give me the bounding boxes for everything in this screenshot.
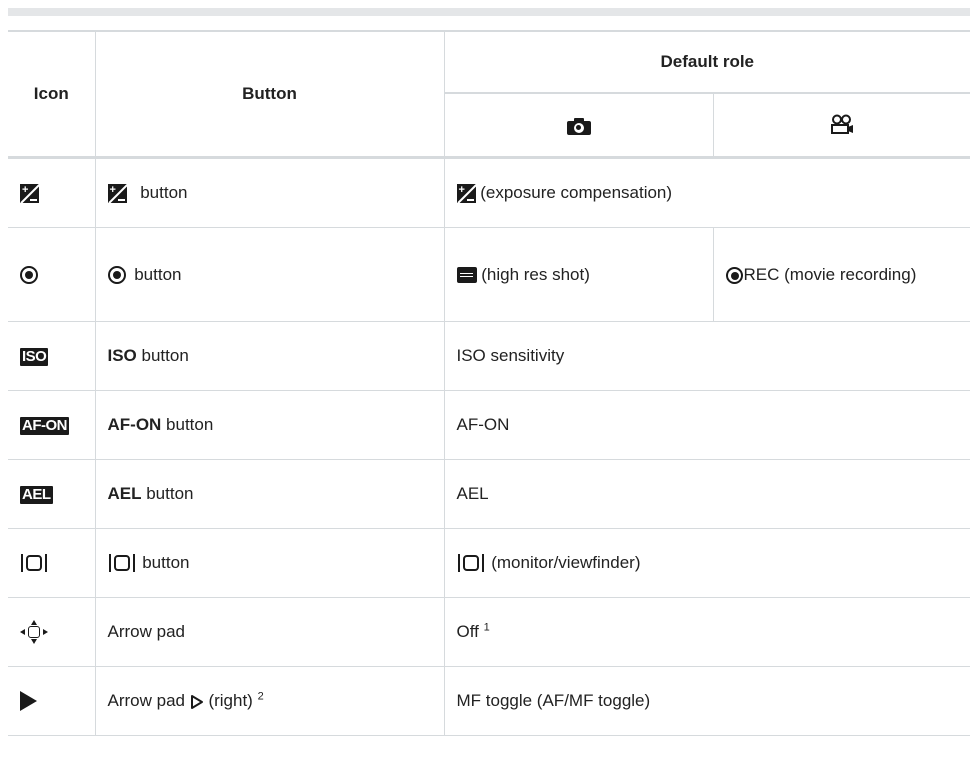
button-name: ISO xyxy=(107,346,137,365)
exposure-compensation-icon: + xyxy=(20,184,40,204)
icon-cell: + xyxy=(8,157,96,228)
table-row: Arrow pad (right) 2 MF toggle (AF/MF tog… xyxy=(8,666,970,736)
header-movie-mode xyxy=(712,92,970,159)
button-label: button xyxy=(136,346,189,365)
role-cell: MF toggle (AF/MF toggle) xyxy=(443,666,970,736)
icon-cell xyxy=(8,597,96,667)
table-row: Arrow pad Off 1 xyxy=(8,597,970,667)
play-icon xyxy=(20,691,37,712)
header-button: Button xyxy=(94,30,445,159)
movie-icon xyxy=(830,114,853,134)
monitor-viewfinder-icon xyxy=(457,553,485,573)
button-cell: button xyxy=(94,227,445,322)
button-cell: button xyxy=(94,528,445,598)
button-cell: AF-ON button xyxy=(94,390,445,460)
iso-icon: ISO xyxy=(20,347,49,366)
icon-cell: ISO xyxy=(8,321,96,391)
button-label: button xyxy=(129,264,182,284)
table-row: button (high res shot) REC (movie record… xyxy=(8,227,970,322)
header-row: Icon Button Default role xyxy=(8,30,970,159)
monitor-viewfinder-icon xyxy=(108,553,136,573)
role-cell: (monitor/viewfinder) xyxy=(443,528,970,598)
button-suffix: (right) xyxy=(203,691,253,710)
monitor-viewfinder-icon xyxy=(20,553,48,573)
button-label: button xyxy=(137,552,190,572)
header-default-role: Default role xyxy=(443,30,970,94)
target-record-icon xyxy=(725,266,743,284)
icon-cell xyxy=(8,227,96,322)
icon-cell xyxy=(8,666,96,736)
role-photo-cell: (high res shot) xyxy=(443,227,714,322)
table-row: button (monitor/viewfinder) xyxy=(8,528,970,598)
table-row: + + button + (exposure compensation) xyxy=(8,157,970,228)
role-cell: AF-ON xyxy=(443,390,970,460)
button-role-table: Icon Button Default role + + button + (e… xyxy=(8,30,970,736)
role-movie-label: REC (movie recording) xyxy=(743,264,917,284)
icon-cell xyxy=(8,528,96,598)
role-cell: AEL xyxy=(443,459,970,529)
footnote-marker: 1 xyxy=(483,621,490,634)
role-label: Off xyxy=(456,622,479,641)
header-icon: Icon xyxy=(8,30,96,159)
button-name: AF-ON xyxy=(107,415,162,434)
target-record-icon xyxy=(107,266,126,285)
table-row: AF-ON AF-ON button AF-ON xyxy=(8,390,970,460)
ael-icon: AEL xyxy=(20,485,53,504)
role-cell: + (exposure compensation) xyxy=(443,157,970,228)
target-record-icon xyxy=(20,266,38,285)
icon-cell: AEL xyxy=(8,459,96,529)
role-label: (exposure compensation) xyxy=(475,182,673,202)
arrow-pad-icon xyxy=(20,620,48,644)
right-triangle-icon xyxy=(190,694,203,709)
high-res-shot-icon xyxy=(456,267,477,284)
button-label: button xyxy=(141,484,194,503)
footnote-marker: 2 xyxy=(257,690,264,703)
table-row: ISO ISO button ISO sensitivity xyxy=(8,321,970,391)
button-label: button xyxy=(135,182,188,202)
role-label: (monitor/viewfinder) xyxy=(486,552,641,572)
af-on-icon: AF-ON xyxy=(20,416,69,435)
button-cell: Arrow pad xyxy=(94,597,445,667)
role-cell: ISO sensitivity xyxy=(443,321,970,391)
table-row: AEL AEL button AEL xyxy=(8,459,970,529)
button-cell: AEL button xyxy=(94,459,445,529)
exposure-compensation-icon: + xyxy=(456,184,477,204)
header-photo-mode xyxy=(444,92,714,159)
button-name: AEL xyxy=(107,484,142,503)
camera-icon xyxy=(566,117,591,135)
exposure-compensation-icon: + xyxy=(107,184,128,204)
role-photo-label: (high res shot) xyxy=(476,264,590,284)
button-cell: Arrow pad (right) 2 xyxy=(94,666,445,736)
icon-cell: AF-ON xyxy=(8,390,96,460)
button-cell: ISO button xyxy=(94,321,445,391)
top-divider-bar xyxy=(8,8,970,16)
button-label: button xyxy=(161,415,214,434)
button-label: Arrow pad xyxy=(107,691,185,710)
role-movie-cell: REC (movie recording) xyxy=(712,227,970,322)
button-cell: + button xyxy=(94,157,445,228)
role-cell: Off 1 xyxy=(443,597,970,667)
